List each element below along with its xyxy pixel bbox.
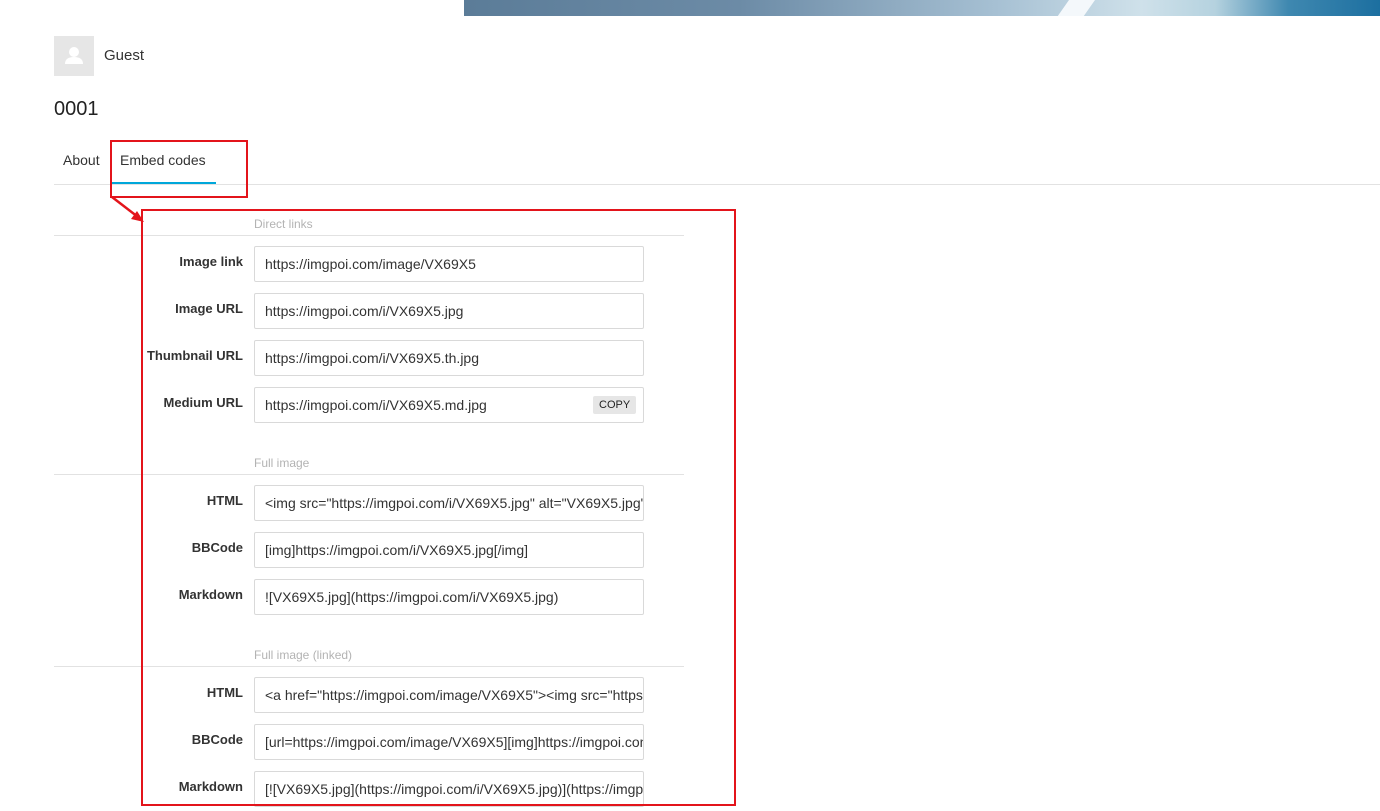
section-divider: [54, 235, 684, 236]
user-silhouette-icon: [65, 47, 83, 64]
username[interactable]: Guest: [104, 47, 144, 64]
section-divider: [54, 474, 684, 475]
field-label-bbcode: BBCode: [191, 540, 243, 555]
tab-bar: About Embed codes: [54, 140, 1380, 185]
full-image-html-field[interactable]: <img src="https://imgpoi.com/i/VX69X5.jp…: [254, 485, 644, 521]
linked-html-field[interactable]: <a href="https://imgpoi.com/image/VX69X5…: [254, 677, 644, 713]
thumbnail-url-field[interactable]: https://imgpoi.com/i/VX69X5.th.jpg: [254, 340, 644, 376]
field-label-image-link: Image link: [179, 254, 243, 269]
field-label-html: HTML: [206, 493, 243, 508]
tab-embed-codes[interactable]: Embed codes: [120, 152, 206, 168]
section-title-full-image-linked: Full image (linked): [254, 648, 353, 662]
full-image-bbcode-field[interactable]: [img]https://imgpoi.com/i/VX69X5.jpg[/im…: [254, 532, 644, 568]
field-label-image-url: Image URL: [175, 301, 243, 316]
tab-about[interactable]: About: [63, 152, 100, 168]
field-label-medium-url: Medium URL: [163, 395, 243, 410]
full-image-markdown-field[interactable]: ![VX69X5.jpg](https://imgpoi.com/i/VX69X…: [254, 579, 644, 615]
image-url-field[interactable]: https://imgpoi.com/i/VX69X5.jpg: [254, 293, 644, 329]
linked-markdown-field[interactable]: [![VX69X5.jpg](https://imgpoi.com/i/VX69…: [254, 771, 644, 807]
linked-bbcode-field[interactable]: [url=https://imgpoi.com/image/VX69X5][im…: [254, 724, 644, 760]
header-banner-image: [464, 0, 1380, 16]
image-link-field[interactable]: https://imgpoi.com/image/VX69X5: [254, 246, 644, 282]
active-tab-indicator: [112, 182, 216, 184]
avatar[interactable]: [54, 36, 94, 76]
field-label-thumbnail-url: Thumbnail URL: [146, 348, 243, 363]
field-label-markdown: Markdown: [178, 587, 243, 602]
section-title-direct-links: Direct links: [254, 217, 313, 231]
section-divider: [54, 666, 684, 667]
section-title-full-image: Full image: [254, 456, 310, 470]
field-label-html: HTML: [206, 685, 243, 700]
page-title: 0001: [54, 98, 99, 120]
field-label-markdown: Markdown: [178, 779, 243, 794]
copy-button[interactable]: COPY: [593, 396, 637, 414]
field-label-bbcode: BBCode: [191, 732, 243, 747]
banner-highlight: [1047, 0, 1103, 16]
medium-url-field[interactable]: https://imgpoi.com/i/VX69X5.md.jpg: [254, 387, 644, 423]
